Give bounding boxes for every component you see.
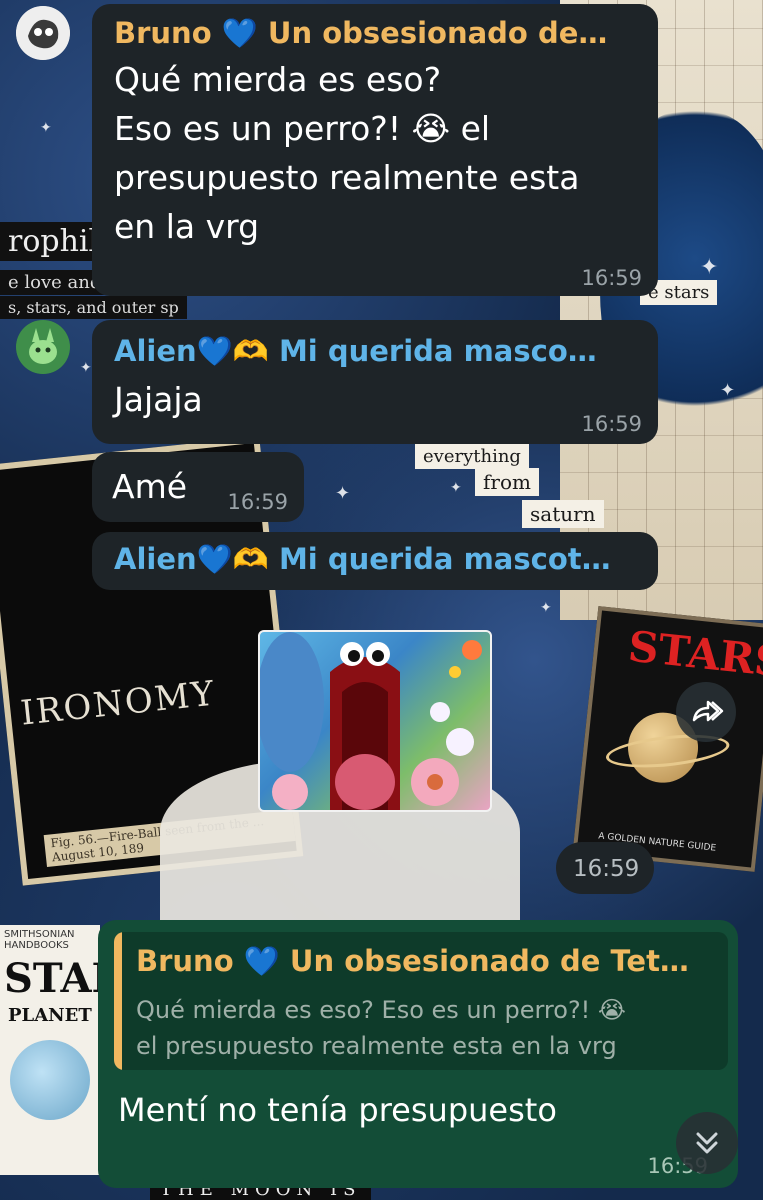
message-text: Jajaja xyxy=(114,380,203,419)
wallpaper-book-series: SMITHSONIAN HANDBOOKS xyxy=(4,929,75,951)
sticker-image[interactable] xyxy=(258,630,492,812)
outgoing-message-bubble[interactable]: Bruno 💙 Un obsesionado de Tet… Qué mierd… xyxy=(98,920,738,1188)
message-sender-bar[interactable]: Alien💙🫶 Mi querida mascot… xyxy=(92,532,658,590)
wallpaper-stars-book: STARS A GOLDEN NATURE GUIDE xyxy=(572,606,763,872)
sender-avatar[interactable] xyxy=(16,320,70,374)
message-text: presupuesto realmente esta xyxy=(114,158,580,197)
message-time: 16:59 xyxy=(227,490,288,514)
wallpaper-scrap: s, stars, and outer sp xyxy=(0,296,187,319)
wallpaper-book: SMITHSONIAN HANDBOOKS STAR PLANET xyxy=(0,925,125,1175)
quoted-text: Qué mierda es eso? Eso es un perro?! 😭 xyxy=(136,996,626,1024)
message-bubble[interactable]: Bruno 💙 Un obsesionado de… Qué mierda es… xyxy=(92,4,658,296)
message-time: 16:59 xyxy=(581,266,642,290)
star-icon: ✦ xyxy=(720,380,736,401)
wallpaper-book-subtitle: PLANET xyxy=(8,1005,92,1026)
scroll-to-bottom-button[interactable] xyxy=(676,1112,738,1174)
sender-avatar[interactable] xyxy=(16,6,70,60)
sticker-art xyxy=(260,632,482,810)
avatar-icon xyxy=(16,6,70,60)
message-sender[interactable]: Alien💙🫶 Mi querida mascot… xyxy=(114,542,636,577)
wallpaper-book-disc xyxy=(10,1040,90,1120)
message-bubble[interactable]: Amé 16:59 xyxy=(92,452,304,522)
wallpaper-stars-title: STARS xyxy=(625,621,763,687)
forward-button[interactable] xyxy=(676,682,736,742)
wallpaper-card-word: IRONOMY xyxy=(18,673,218,734)
avatar-icon xyxy=(16,320,70,374)
star-icon: ✦ xyxy=(450,480,462,496)
chevron-double-down-icon xyxy=(696,1132,718,1154)
star-icon: ✦ xyxy=(40,120,52,136)
message-time: 16:59 xyxy=(573,856,640,882)
message-time: 16:59 xyxy=(581,412,642,436)
message-text: Mentí no tenía presupuesto xyxy=(118,1091,557,1129)
message-bubble[interactable]: Alien💙🫶 Mi querida masco… Jajaja 16:59 xyxy=(92,320,658,444)
star-icon: ✦ xyxy=(335,483,351,504)
message-text: Qué mierda es eso? xyxy=(114,60,442,99)
wallpaper-scrap: saturn xyxy=(522,500,604,528)
star-icon: ✦ xyxy=(700,255,719,280)
wallpaper-scrap: everything xyxy=(415,444,529,469)
reply-quote[interactable]: Bruno 💙 Un obsesionado de Tet… Qué mierd… xyxy=(114,932,728,1070)
message-sender[interactable]: Alien💙🫶 Mi querida masco… xyxy=(114,334,636,369)
quoted-sender: Bruno 💙 Un obsesionado de Tet… xyxy=(136,944,689,978)
forward-icon xyxy=(692,700,724,722)
message-text: en la vrg xyxy=(114,207,260,246)
wallpaper-scrap: from xyxy=(475,468,539,496)
star-icon: ✦ xyxy=(540,600,552,616)
message-text: Eso es un perro?! 😭 el xyxy=(114,109,491,148)
message-sender[interactable]: Bruno 💙 Un obsesionado de… xyxy=(114,16,636,51)
star-icon: ✦ xyxy=(80,360,92,376)
quoted-text: el presupuesto realmente esta en la vrg xyxy=(136,1032,617,1060)
media-time-badge: 16:59 xyxy=(556,842,654,894)
